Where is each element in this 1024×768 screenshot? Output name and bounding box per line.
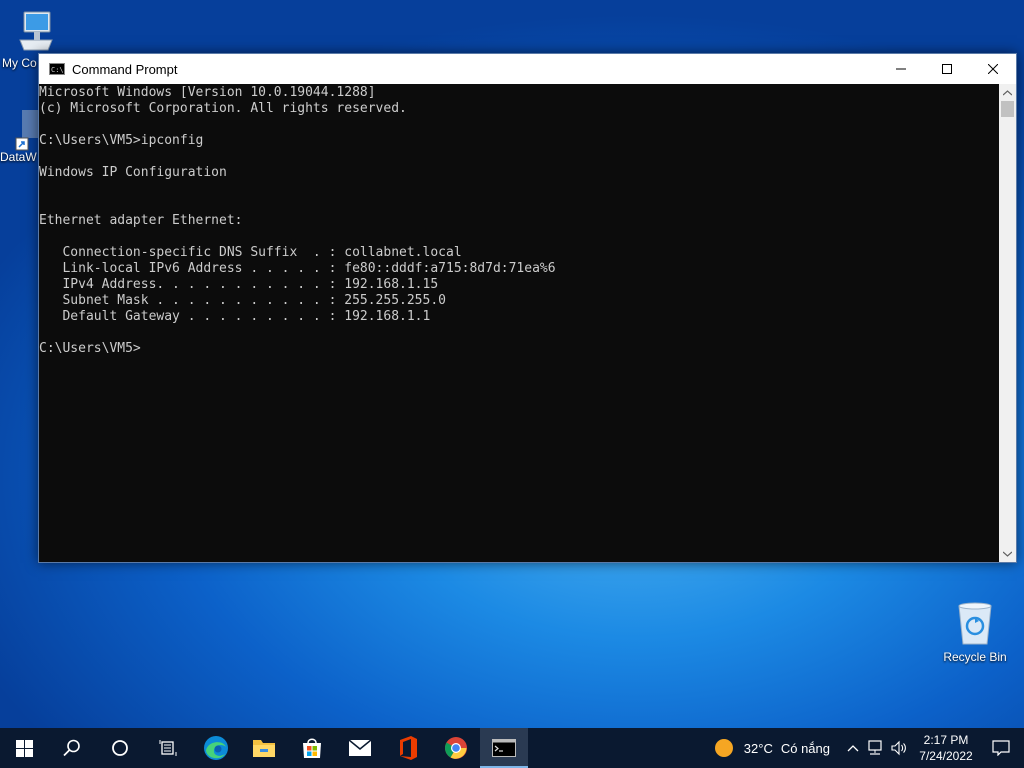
weather-text: Có nắng	[780, 740, 830, 756]
edge-icon	[204, 736, 228, 760]
console-line: C:\Users\VM5>	[39, 341, 141, 356]
minimize-icon	[896, 68, 906, 70]
weather-widget[interactable]: 32°C Có nắng	[714, 738, 830, 758]
console-output[interactable]: Microsoft Windows [Version 10.0.19044.12…	[39, 84, 999, 562]
console-line: Default Gateway . . . . . . . . . : 192.…	[39, 309, 431, 324]
mail-button[interactable]	[336, 728, 384, 768]
title-bar[interactable]: C:\ Command Prompt	[39, 54, 1016, 84]
start-icon	[15, 739, 33, 757]
command-prompt-taskbar-button[interactable]	[480, 728, 528, 768]
chevron-down-icon	[1003, 551, 1012, 557]
office-icon	[400, 736, 417, 760]
start-button[interactable]	[0, 728, 48, 768]
scroll-thumb[interactable]	[1001, 101, 1014, 117]
store-button[interactable]	[288, 728, 336, 768]
system-tray: 32°C Có nắng 2:17 PM 7/24/2022	[714, 728, 1024, 768]
console-line: Connection-specific DNS Suffix . : colla…	[39, 245, 462, 260]
recycle-bin-icon	[958, 602, 992, 645]
maximize-button[interactable]	[924, 54, 970, 84]
window-title: Command Prompt	[72, 61, 178, 77]
scroll-down-button[interactable]	[999, 545, 1016, 562]
console-line: Link-local IPv6 Address . . . . . : fe80…	[39, 261, 556, 276]
close-icon	[988, 64, 998, 74]
desktop-icon-recycle-bin[interactable]: Recycle Bin	[940, 600, 1010, 664]
office-button[interactable]	[384, 728, 432, 768]
console-line: Microsoft Windows [Version 10.0.19044.12…	[39, 85, 376, 100]
maximize-icon	[942, 64, 952, 74]
console-line: C:\Users\VM5>ipconfig	[39, 133, 204, 148]
command-prompt-icon	[492, 739, 516, 757]
notifications-button[interactable]	[978, 740, 1024, 756]
show-hidden-icons-button[interactable]	[844, 744, 862, 752]
sun-icon	[714, 739, 733, 757]
network-icon	[868, 740, 882, 755]
task-view-icon	[112, 740, 128, 756]
file-explorer-icon	[253, 740, 275, 757]
computer-icon	[19, 11, 53, 51]
chevron-up-icon	[847, 745, 859, 752]
console-line: IPv4 Address. . . . . . . . . . . : 192.…	[39, 277, 439, 292]
clock-time: 2:17 PM	[923, 733, 969, 747]
volume-button[interactable]	[888, 740, 910, 756]
edge-button[interactable]	[192, 728, 240, 768]
console-line: Windows IP Configuration	[39, 165, 227, 180]
search-icon	[63, 739, 80, 757]
task-view-button[interactable]	[96, 728, 144, 768]
file-explorer-button[interactable]	[240, 728, 288, 768]
widgets-button[interactable]	[144, 728, 192, 768]
chrome-button[interactable]	[432, 728, 480, 768]
scroll-up-button[interactable]	[999, 84, 1016, 101]
store-icon	[303, 738, 321, 758]
cmd-icon: C:\	[49, 63, 65, 75]
vertical-scrollbar[interactable]	[999, 84, 1016, 562]
desktop-icon-dataw[interactable]: DataW	[0, 104, 40, 164]
desktop-icon-label: DataW	[0, 150, 37, 164]
weather-temperature: 32°C	[743, 740, 773, 756]
clock[interactable]: 2:17 PM 7/24/2022	[914, 732, 978, 764]
console-line: Subnet Mask . . . . . . . . . . . : 255.…	[39, 293, 446, 308]
taskbar: 32°C Có nắng 2:17 PM 7/24/2022	[0, 728, 1024, 768]
chrome-icon	[445, 737, 467, 759]
chevron-up-icon	[1003, 89, 1012, 95]
minimize-button[interactable]	[878, 54, 924, 84]
console-line: Ethernet adapter Ethernet:	[39, 213, 243, 228]
notification-icon	[992, 740, 1010, 756]
mail-icon	[348, 739, 372, 756]
network-button[interactable]	[862, 740, 888, 756]
widgets-icon	[159, 740, 177, 756]
search-button[interactable]	[48, 728, 96, 768]
close-button[interactable]	[970, 54, 1016, 84]
desktop-icon-label: Recycle Bin	[943, 650, 1007, 664]
clock-date: 7/24/2022	[919, 749, 973, 763]
console-text: Microsoft Windows [Version 10.0.19044.12…	[39, 85, 999, 357]
volume-icon	[891, 740, 906, 756]
command-prompt-window[interactable]: C:\ Command Prompt Microsoft Windows [Ve…	[38, 53, 1017, 563]
console-line: (c) Microsoft Corporation. All rights re…	[39, 101, 407, 116]
